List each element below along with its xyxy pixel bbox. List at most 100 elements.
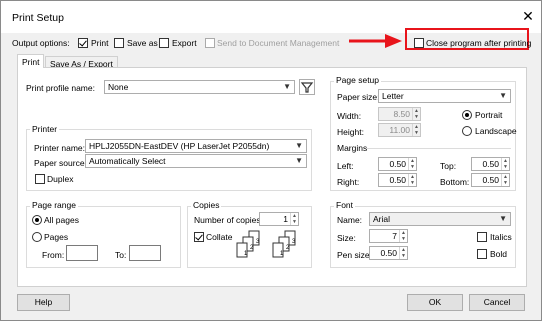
pages-label: Pages (44, 232, 69, 242)
height-label: Height: (337, 127, 364, 137)
print-setup-dialog: Print Setup ✕ Output options: Print Save… (0, 0, 542, 321)
close-icon[interactable]: ✕ (520, 8, 536, 24)
margins-title: Margins (337, 143, 368, 153)
chevron-down-icon: ▼ (499, 214, 507, 223)
to-input[interactable] (129, 245, 161, 261)
print-profile-label: Print profile name: (26, 83, 95, 93)
print-checkbox[interactable] (78, 38, 88, 48)
printer-name-value: HPLJ2055DN-EastDEV (HP LaserJet P2055dn) (89, 141, 270, 151)
margin-left-label: Left: (337, 161, 354, 171)
italics-checkbox[interactable] (477, 232, 487, 242)
close-after-printing-checkbox[interactable] (414, 38, 424, 48)
height-spinner: 11.00 ▲ ▼ (378, 123, 421, 137)
margin-top-value: 0.50 (482, 159, 499, 169)
collate-pages-icon: 3 2 1 3 2 1 (236, 230, 296, 258)
chevron-down-icon: ▼ (499, 91, 507, 100)
chevron-down-icon: ▼ (295, 156, 303, 165)
font-name-value: Arial (373, 214, 391, 224)
italics-label: Italics (490, 232, 512, 242)
margin-bottom-spinner[interactable]: 0.50 ▲ ▼ (471, 173, 510, 187)
tab-print[interactable]: Print (17, 54, 45, 68)
print-checkbox-label: Print (91, 38, 109, 48)
send-to-dm-label: Send to Document Management (217, 38, 340, 48)
red-arrow-icon (349, 34, 402, 48)
help-button[interactable]: Help (17, 294, 70, 311)
ok-button[interactable]: OK (407, 294, 463, 311)
print-profile-select[interactable]: None ▼ (104, 80, 295, 94)
margin-right-value: 0.50 (389, 175, 406, 185)
spinner-arrows-icon[interactable]: ▲ ▼ (399, 247, 407, 259)
from-input[interactable] (66, 245, 98, 261)
number-of-copies-spinner[interactable]: 1 ▲ ▼ (259, 212, 299, 226)
page-setup-group-title: Page setup (334, 75, 382, 85)
output-options-label: Output options: (12, 38, 70, 48)
bold-checkbox[interactable] (477, 249, 487, 259)
font-size-value: 7 (392, 231, 397, 241)
spinner-arrows-icon: ▲ ▼ (412, 108, 420, 120)
cancel-button[interactable]: Cancel (469, 294, 525, 311)
paper-source-select[interactable]: Automatically Select ▼ (85, 154, 307, 168)
landscape-label: Landscape (475, 126, 517, 136)
send-to-dm-checkbox (205, 38, 215, 48)
portrait-label: Portrait (475, 110, 503, 120)
pages-radio[interactable] (32, 232, 42, 242)
font-name-label: Name: (337, 215, 363, 225)
paper-size-select[interactable]: Letter ▼ (378, 89, 511, 103)
save-as-checkbox[interactable] (114, 38, 124, 48)
number-of-copies-label: Number of copies: (194, 215, 263, 225)
collate-checkbox[interactable] (194, 232, 204, 242)
pen-size-spinner[interactable]: 0.50 ▲ ▼ (369, 246, 408, 260)
width-spinner: 8.50 ▲ ▼ (378, 107, 421, 121)
page-range-group-title: Page range (30, 200, 78, 210)
spinner-arrows-icon[interactable]: ▲ ▼ (408, 174, 416, 186)
chevron-down-icon: ▼ (295, 141, 303, 150)
to-label: To: (115, 250, 127, 260)
spinner-arrows-icon[interactable]: ▲ ▼ (399, 230, 407, 242)
spinner-arrows-icon[interactable]: ▲ ▼ (501, 174, 509, 186)
paper-source-value: Automatically Select (89, 156, 166, 166)
filter-icon (300, 82, 314, 93)
paper-size-value: Letter (382, 91, 404, 101)
printer-name-label: Printer name: (34, 143, 86, 153)
spinner-arrows-icon[interactable]: ▲ ▼ (408, 158, 416, 170)
printer-group-title: Printer (30, 124, 60, 134)
margin-right-spinner[interactable]: 0.50 ▲ ▼ (378, 173, 417, 187)
spinner-arrows-icon: ▲ ▼ (412, 124, 420, 136)
spinner-arrows-icon[interactable]: ▲ ▼ (290, 213, 298, 225)
landscape-radio[interactable] (462, 126, 472, 136)
font-size-label: Size: (337, 233, 356, 243)
duplex-label: Duplex (47, 174, 74, 184)
chevron-down-icon: ▼ (283, 82, 291, 91)
margin-top-label: Top: (440, 161, 457, 171)
export-checkbox-label: Export (172, 38, 197, 48)
window-title: Print Setup (12, 12, 64, 24)
width-value: 8.50 (393, 109, 410, 119)
margin-bottom-label: Bottom: (440, 177, 470, 187)
all-pages-radio[interactable] (32, 215, 42, 225)
margin-right-label: Right: (337, 177, 360, 187)
font-name-select[interactable]: Arial ▼ (369, 212, 511, 226)
pen-size-label: Pen size: (337, 250, 372, 260)
close-after-printing-label: Close program after printing (426, 38, 532, 48)
copies-group-title: Copies (191, 200, 222, 210)
save-as-checkbox-label: Save as (127, 38, 158, 48)
margin-bottom-value: 0.50 (482, 175, 499, 185)
bold-label: Bold (490, 249, 508, 259)
export-checkbox[interactable] (159, 38, 169, 48)
paper-source-label: Paper source: (34, 158, 87, 168)
filter-button[interactable] (299, 79, 315, 95)
portrait-radio[interactable] (462, 110, 472, 120)
margin-left-value: 0.50 (389, 159, 406, 169)
print-profile-value: None (108, 82, 129, 92)
font-size-spinner[interactable]: 7 ▲ ▼ (369, 229, 408, 243)
duplex-checkbox[interactable] (35, 174, 45, 184)
printer-name-select[interactable]: HPLJ2055DN-EastDEV (HP LaserJet P2055dn)… (85, 139, 307, 153)
margins-divider (366, 148, 511, 149)
spinner-arrows-icon[interactable]: ▲ ▼ (501, 158, 509, 170)
margin-left-spinner[interactable]: 0.50 ▲ ▼ (378, 157, 417, 171)
paper-size-label: Paper size: (337, 92, 380, 102)
font-group-title: Font (334, 200, 356, 210)
number-of-copies-value: 1 (283, 214, 288, 224)
margin-top-spinner[interactable]: 0.50 ▲ ▼ (471, 157, 510, 171)
pen-size-value: 0.50 (380, 248, 397, 258)
